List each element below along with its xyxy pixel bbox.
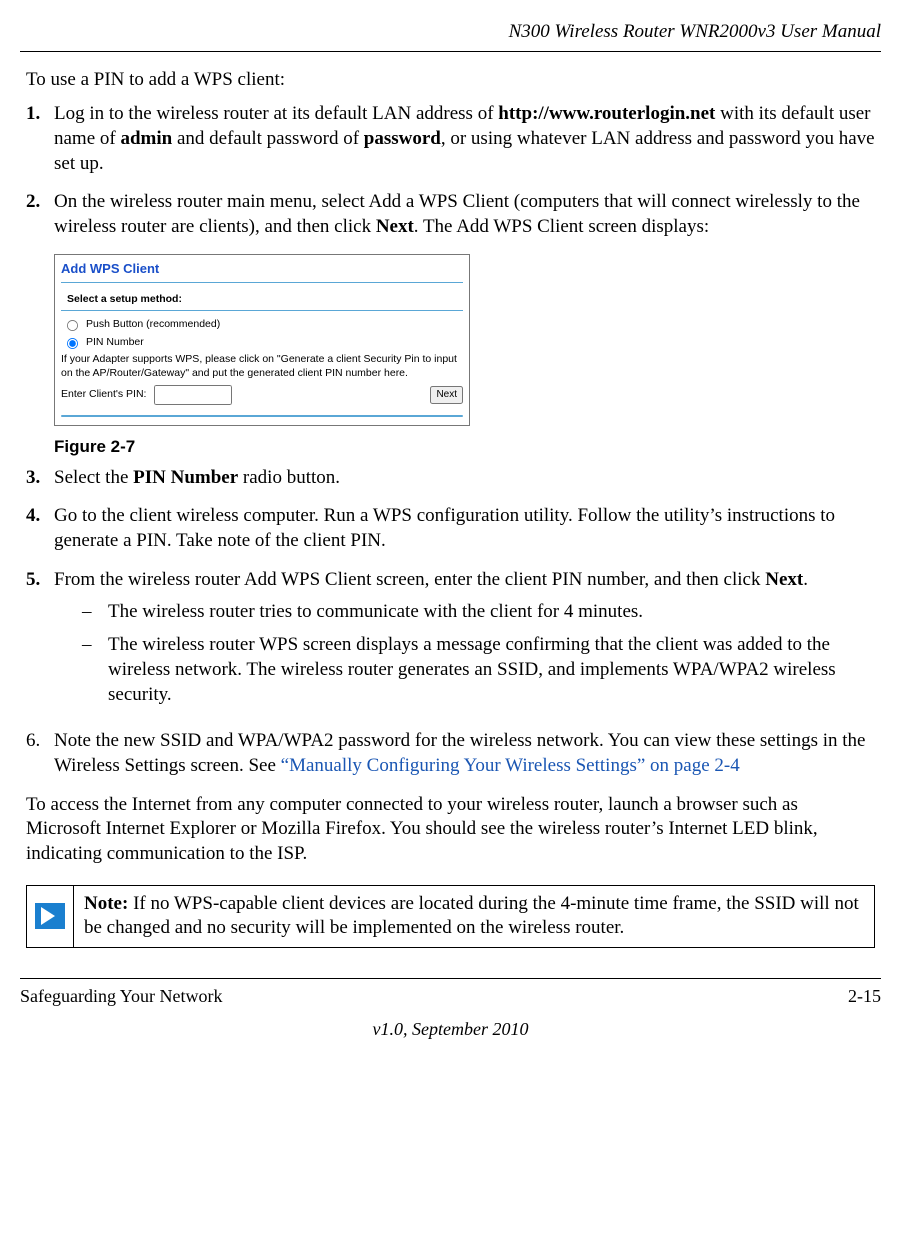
text: . The Add WPS Client screen displays: bbox=[414, 216, 709, 237]
step-1: 1. Log in to the wireless router at its … bbox=[26, 102, 875, 176]
dash: – bbox=[82, 633, 108, 707]
step-number: 5. bbox=[26, 568, 54, 715]
figure-2-7: Add WPS Client Select a setup method: Pu… bbox=[54, 254, 875, 458]
sub-bullet: –The wireless router tries to communicat… bbox=[82, 600, 875, 625]
note-callout: Note: If no WPS-capable client devices a… bbox=[26, 885, 875, 948]
panel-subheading: Select a setup method: bbox=[61, 293, 463, 312]
page-header: N300 Wireless Router WNR2000v3 User Manu… bbox=[20, 20, 881, 52]
admin-word: admin bbox=[120, 128, 172, 149]
step-number: 1. bbox=[26, 102, 54, 176]
pin-label: Enter Client's PIN: bbox=[61, 388, 146, 402]
bullet-text: The wireless router tries to communicate… bbox=[108, 600, 643, 625]
panel-title: Add WPS Client bbox=[55, 255, 469, 280]
text: Select the bbox=[54, 467, 133, 488]
step-body: From the wireless router Add WPS Client … bbox=[54, 568, 875, 715]
arrow-right-icon bbox=[35, 903, 65, 929]
text: From the wireless router Add WPS Client … bbox=[54, 569, 765, 590]
step-3: 3. Select the PIN Number radio button. bbox=[26, 466, 875, 491]
step-2: 2. On the wireless router main menu, sel… bbox=[26, 190, 875, 239]
step-4: 4. Go to the client wireless computer. R… bbox=[26, 504, 875, 553]
dash: – bbox=[82, 600, 108, 625]
option-pin-number[interactable]: PIN Number bbox=[55, 333, 469, 351]
step-number: 4. bbox=[26, 504, 54, 553]
client-pin-input[interactable] bbox=[154, 385, 232, 405]
radio-push-button[interactable] bbox=[67, 320, 78, 331]
sub-bullets: –The wireless router tries to communicat… bbox=[82, 600, 875, 707]
divider bbox=[61, 415, 463, 417]
password-word: password bbox=[364, 128, 441, 149]
step-body: On the wireless router main menu, select… bbox=[54, 190, 875, 239]
note-text: Note: If no WPS-capable client devices a… bbox=[74, 886, 874, 947]
text: Log in to the wireless router at its def… bbox=[54, 103, 498, 124]
option-label: Push Button (recommended) bbox=[86, 318, 220, 332]
cross-reference-link[interactable]: “Manually Configuring Your Wireless Sett… bbox=[281, 755, 740, 776]
pin-number-word: PIN Number bbox=[133, 467, 238, 488]
manual-title: N300 Wireless Router WNR2000v3 User Manu… bbox=[509, 21, 881, 42]
note-body: If no WPS-capable client devices are loc… bbox=[84, 893, 859, 939]
page-number: 2-15 bbox=[848, 985, 881, 1008]
next-word: Next bbox=[376, 216, 414, 237]
pin-entry-row: Enter Client's PIN: Next bbox=[55, 383, 469, 411]
next-button[interactable]: Next bbox=[430, 386, 463, 404]
step-body: Note the new SSID and WPA/WPA2 password … bbox=[54, 729, 875, 778]
closing-paragraph: To access the Internet from any computer… bbox=[26, 793, 875, 867]
option-label: PIN Number bbox=[86, 336, 144, 350]
figure-caption: Figure 2-7 bbox=[54, 436, 875, 458]
sub-bullet: –The wireless router WPS screen displays… bbox=[82, 633, 875, 707]
option-push-button[interactable]: Push Button (recommended) bbox=[55, 315, 469, 333]
step-body: Go to the client wireless computer. Run … bbox=[54, 504, 875, 553]
step-list: 1. Log in to the wireless router at its … bbox=[26, 102, 875, 239]
page-content: To use a PIN to add a WPS client: 1. Log… bbox=[26, 68, 875, 948]
step-number: 3. bbox=[26, 466, 54, 491]
step-body: Select the PIN Number radio button. bbox=[54, 466, 875, 491]
text: radio button. bbox=[238, 467, 340, 488]
note-label: Note: bbox=[84, 893, 128, 914]
panel-note: If your Adapter supports WPS, please cli… bbox=[55, 351, 469, 382]
text: . bbox=[803, 569, 808, 590]
step-5: 5. From the wireless router Add WPS Clie… bbox=[26, 568, 875, 715]
next-word: Next bbox=[765, 569, 803, 590]
add-wps-client-panel: Add WPS Client Select a setup method: Pu… bbox=[54, 254, 470, 426]
footer-version: v1.0, September 2010 bbox=[20, 1018, 881, 1041]
text: and default password of bbox=[172, 128, 364, 149]
footer-section: Safeguarding Your Network bbox=[20, 985, 222, 1008]
bullet-text: The wireless router WPS screen displays … bbox=[108, 633, 875, 707]
page-footer: Safeguarding Your Network 2-15 bbox=[20, 978, 881, 1008]
step-number: 6. bbox=[26, 729, 54, 778]
divider bbox=[61, 282, 463, 283]
login-url: http://www.routerlogin.net bbox=[498, 103, 715, 124]
step-list-continued: 3. Select the PIN Number radio button. 4… bbox=[26, 466, 875, 779]
step-number: 2. bbox=[26, 190, 54, 239]
step-6: 6. Note the new SSID and WPA/WPA2 passwo… bbox=[26, 729, 875, 778]
radio-pin-number[interactable] bbox=[67, 338, 78, 349]
intro-paragraph: To use a PIN to add a WPS client: bbox=[26, 68, 875, 93]
step-body: Log in to the wireless router at its def… bbox=[54, 102, 875, 176]
note-icon-cell bbox=[27, 886, 74, 947]
